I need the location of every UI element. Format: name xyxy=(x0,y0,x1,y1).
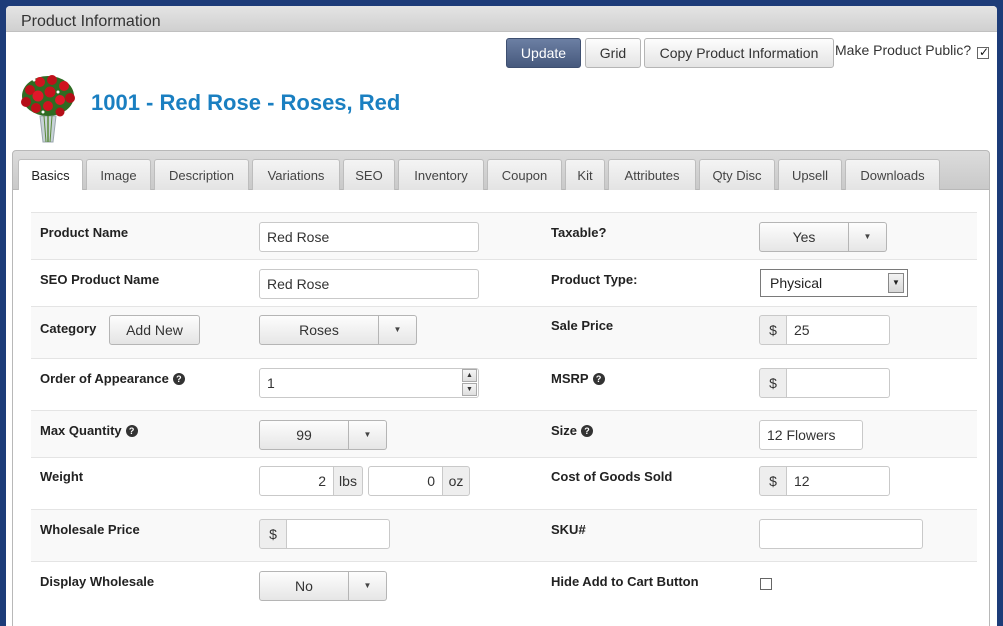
sku-label: SKU# xyxy=(551,522,586,537)
weight-label: Weight xyxy=(40,469,84,484)
cost-of-goods-input[interactable]: 12 xyxy=(786,466,890,496)
tab-attributes[interactable]: Attributes xyxy=(608,159,696,191)
size-text: Size xyxy=(551,423,578,438)
tab-seo[interactable]: SEO xyxy=(343,159,395,191)
product-type-value: Physical xyxy=(770,275,823,291)
sku-input[interactable] xyxy=(759,519,923,549)
form-row: Weight 2 lbs 0 oz Cost of Goods Sold $ 1… xyxy=(31,457,977,509)
tab-description[interactable]: Description xyxy=(154,159,249,191)
order-of-appearance-input[interactable]: 1 xyxy=(259,368,479,398)
taxable-label: Taxable? xyxy=(551,225,607,240)
form-row: Order of Appearance? 1 ▲ ▼ MSRP? $ xyxy=(31,358,977,410)
product-heading: 1001 - Red Rose - Roses, Red xyxy=(91,90,401,115)
wholesale-price-label: Wholesale Price xyxy=(40,522,140,537)
form-row: Wholesale Price $ SKU# xyxy=(31,509,977,561)
max-quantity-label: Max Quantity? xyxy=(40,423,138,438)
wholesale-price-input[interactable] xyxy=(286,519,390,549)
help-icon[interactable]: ? xyxy=(125,425,138,437)
product-type-select[interactable]: Physical ▼ xyxy=(760,269,908,297)
add-category-button[interactable]: Add New xyxy=(109,315,200,345)
product-image xyxy=(21,75,75,143)
category-dropdown[interactable]: Roses xyxy=(259,315,379,345)
copy-product-information-button[interactable]: Copy Product Information xyxy=(644,38,834,68)
cost-of-goods-currency: $ xyxy=(759,466,787,496)
tab-qty-disc[interactable]: Qty Disc xyxy=(699,159,775,191)
tab-bar: Basics Image Description Variations SEO … xyxy=(12,150,990,192)
tab-image[interactable]: Image xyxy=(86,159,151,191)
tab-kit[interactable]: Kit xyxy=(565,159,605,191)
wholesale-price-currency: $ xyxy=(259,519,287,549)
weight-oz-unit: oz xyxy=(442,466,470,496)
product-type-label: Product Type: xyxy=(551,272,638,287)
make-public-checkbox[interactable]: ✓ xyxy=(977,45,990,59)
category-caret-button[interactable]: ▼ xyxy=(379,315,417,345)
display-wholesale-label: Display Wholesale xyxy=(40,574,155,589)
tab-upsell[interactable]: Upsell xyxy=(778,159,842,191)
msrp-currency: $ xyxy=(759,368,787,398)
sale-price-currency: $ xyxy=(759,315,787,345)
chevron-down-icon: ▼ xyxy=(363,430,372,439)
tab-downloads[interactable]: Downloads xyxy=(845,159,940,191)
product-name-input[interactable]: Red Rose xyxy=(259,222,479,252)
spinner-down-icon[interactable]: ▼ xyxy=(462,383,477,396)
weight-lbs-input[interactable]: 2 xyxy=(259,466,334,496)
make-public-label: Make Product Public? xyxy=(835,42,972,58)
seo-product-name-label: SEO Product Name xyxy=(40,272,160,287)
check-icon: ✓ xyxy=(979,45,990,59)
grid-button[interactable]: Grid xyxy=(585,38,641,68)
taxable-dropdown[interactable]: Yes xyxy=(759,222,849,252)
panel-title: Product Information xyxy=(21,13,161,30)
chevron-down-icon: ▼ xyxy=(888,273,904,293)
update-button[interactable]: Update xyxy=(506,38,581,68)
display-wholesale-caret-button[interactable]: ▼ xyxy=(349,571,387,601)
max-quantity-text: Max Quantity xyxy=(40,423,122,438)
sale-price-input[interactable]: 25 xyxy=(786,315,890,345)
form-row: Category Add New Roses ▼ Sale Price $ 25 xyxy=(31,306,977,358)
taxable-caret-button[interactable]: ▼ xyxy=(849,222,887,252)
form-row: Max Quantity? 99 ▼ Size? 12 Flowers xyxy=(31,410,977,457)
tab-inventory[interactable]: Inventory xyxy=(398,159,484,191)
help-icon[interactable]: ? xyxy=(581,425,594,437)
hide-add-to-cart-label: Hide Add to Cart Button xyxy=(551,574,699,589)
size-label: Size? xyxy=(551,423,594,438)
tab-variations[interactable]: Variations xyxy=(252,159,340,191)
sale-price-label: Sale Price xyxy=(551,318,614,333)
weight-oz-input[interactable]: 0 xyxy=(368,466,443,496)
order-of-appearance-label: Order of Appearance? xyxy=(40,371,185,386)
chevron-down-icon: ▼ xyxy=(363,581,372,590)
help-icon[interactable]: ? xyxy=(592,373,605,385)
form-row: Display Wholesale No ▼ Hide Add to Cart … xyxy=(31,561,977,621)
tab-basics[interactable]: Basics xyxy=(18,159,83,192)
size-input[interactable]: 12 Flowers xyxy=(759,420,863,450)
display-wholesale-dropdown[interactable]: No xyxy=(259,571,349,601)
msrp-input[interactable] xyxy=(786,368,890,398)
category-label: Category xyxy=(40,321,97,336)
max-quantity-dropdown[interactable]: 99 xyxy=(259,420,349,450)
form-row: SEO Product Name Red Rose Product Type: … xyxy=(31,259,977,306)
msrp-text: MSRP xyxy=(551,371,589,386)
spinner-up-icon[interactable]: ▲ xyxy=(462,369,477,382)
cost-of-goods-label: Cost of Goods Sold xyxy=(551,469,673,484)
hide-add-to-cart-checkbox[interactable] xyxy=(760,578,772,590)
chevron-down-icon: ▼ xyxy=(863,232,872,241)
form-row: Product Name Red Rose Taxable? Yes ▼ xyxy=(31,212,977,259)
product-name-label: Product Name xyxy=(40,225,129,240)
order-of-appearance-text: Order of Appearance xyxy=(40,371,169,386)
weight-lbs-unit: lbs xyxy=(333,466,363,496)
max-quantity-caret-button[interactable]: ▼ xyxy=(349,420,387,450)
help-icon[interactable]: ? xyxy=(172,373,185,385)
panel-header: Product Information xyxy=(6,6,997,32)
basics-tab-content: Product Name Red Rose Taxable? Yes ▼ SEO… xyxy=(12,190,990,626)
chevron-down-icon: ▼ xyxy=(393,325,402,334)
red-roses-bouquet-icon xyxy=(21,75,75,143)
msrp-label: MSRP? xyxy=(551,371,605,386)
tab-coupon[interactable]: Coupon xyxy=(487,159,562,191)
seo-product-name-input[interactable]: Red Rose xyxy=(259,269,479,299)
product-information-panel: Product Information Update Grid Copy Pro… xyxy=(6,6,997,626)
